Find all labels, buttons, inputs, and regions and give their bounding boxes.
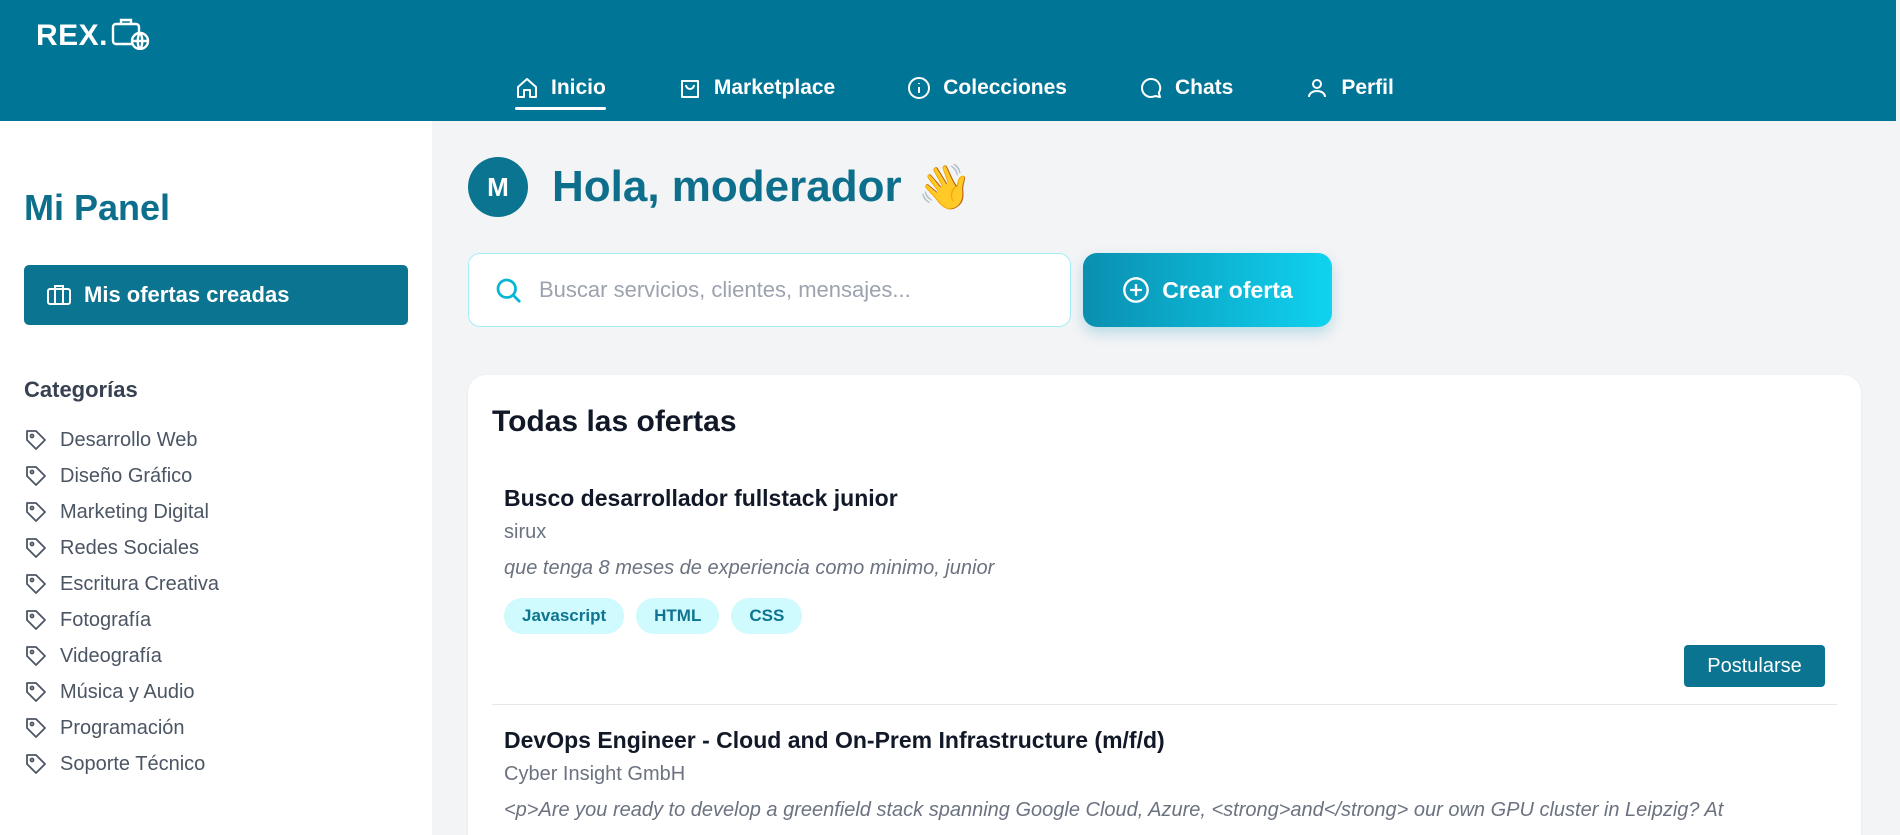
offer-company: sirux xyxy=(504,521,547,543)
search-bar xyxy=(468,253,1071,327)
category-item[interactable]: Redes Sociales xyxy=(24,530,219,566)
nav-inicio-label: Inicio xyxy=(551,76,606,99)
offer-item[interactable]: DevOps Engineer - Cloud and On-Prem Infr… xyxy=(492,727,1837,835)
offer-title: Busco desarrollador fullstack junior xyxy=(504,485,898,511)
tag-icon xyxy=(26,574,46,594)
create-offer-label: Crear oferta xyxy=(1162,276,1293,303)
nav-chats-label: Chats xyxy=(1174,76,1234,99)
category-label: Programación xyxy=(60,716,185,739)
offers-card: Todas las ofertas Busco desarrollador fu… xyxy=(468,375,1861,835)
category-item[interactable]: Videografía xyxy=(24,638,219,674)
nav-perfil[interactable]: Perfil xyxy=(1305,68,1394,108)
nav-colecciones-label: Colecciones xyxy=(943,76,1067,99)
offer-description: <p>Are you ready to develop a greenfield… xyxy=(504,799,1724,821)
offer-item[interactable]: Busco desarrollador fullstack junior sir… xyxy=(492,485,1837,705)
nav-chats[interactable]: Chats xyxy=(1139,68,1233,108)
search-input[interactable] xyxy=(539,277,1039,303)
briefcase-icon xyxy=(47,285,71,305)
nav-marketplace-label: Marketplace xyxy=(713,76,836,99)
offers-title: Todas las ofertas xyxy=(492,405,737,438)
apply-button[interactable]: Postularse xyxy=(1684,645,1825,687)
info-icon xyxy=(908,77,931,99)
category-label: Desarrollo Web xyxy=(60,428,198,451)
chat-icon xyxy=(1140,77,1162,98)
offer-description: que tenga 8 meses de experiencia como mi… xyxy=(504,557,995,579)
tag-icon xyxy=(26,538,46,558)
top-navbar: REX. Inicio Marketplace Colecciones Chat… xyxy=(0,0,1896,121)
main-nav: Inicio Marketplace Colecciones Chats Per… xyxy=(515,68,1466,110)
briefcase-globe-icon xyxy=(110,16,150,55)
skill-tag: Javascript xyxy=(504,598,625,634)
nav-marketplace[interactable]: Marketplace xyxy=(678,68,835,108)
category-item[interactable]: Música y Audio xyxy=(24,674,219,710)
category-label: Escritura Creativa xyxy=(60,572,219,595)
category-label: Soporte Técnico xyxy=(60,752,206,775)
shopping-bag-icon xyxy=(680,80,699,98)
plus-circle-icon xyxy=(1123,277,1150,303)
tag-icon xyxy=(26,754,46,774)
category-item[interactable]: Soporte Técnico xyxy=(24,746,219,782)
tag-icon xyxy=(26,430,46,450)
categories-heading: Categorías xyxy=(24,377,138,402)
tag-icon xyxy=(26,502,46,522)
skill-tag: CSS xyxy=(731,598,803,634)
category-item[interactable]: Programación xyxy=(24,710,219,746)
tag-icon xyxy=(26,466,46,486)
logo-text: REX. xyxy=(36,18,109,52)
category-item[interactable]: Marketing Digital xyxy=(24,494,219,530)
categories-list: Desarrollo Web Diseño Gráfico Marketing … xyxy=(24,422,219,782)
search-icon xyxy=(496,278,521,303)
category-item[interactable]: Desarrollo Web xyxy=(24,422,219,458)
category-label: Redes Sociales xyxy=(60,536,199,559)
category-item[interactable]: Escritura Creativa xyxy=(24,566,219,602)
offer-title: DevOps Engineer - Cloud and On-Prem Infr… xyxy=(504,727,1165,753)
my-offers-button[interactable]: Mis ofertas creadas xyxy=(24,265,408,325)
logo[interactable]: REX. xyxy=(36,16,150,55)
tag-icon xyxy=(26,646,46,666)
tag-icon xyxy=(26,718,46,738)
nav-perfil-label: Perfil xyxy=(1341,76,1394,99)
nav-colecciones[interactable]: Colecciones xyxy=(907,68,1067,108)
category-label: Marketing Digital xyxy=(60,500,209,523)
offer-tags: Javascript HTML CSS xyxy=(504,598,814,634)
create-offer-button[interactable]: Crear oferta xyxy=(1083,253,1332,327)
waving-hand-emoji: 👋 xyxy=(917,163,973,212)
greeting: M Hola, moderador 👋 xyxy=(468,157,972,217)
category-label: Fotografía xyxy=(60,608,152,631)
home-icon xyxy=(517,78,537,98)
category-label: Videografía xyxy=(60,644,162,667)
category-label: Música y Audio xyxy=(60,680,195,703)
category-label: Diseño Gráfico xyxy=(60,464,193,487)
offer-company: Cyber Insight GmbH xyxy=(504,763,686,785)
my-offers-label: Mis ofertas creadas xyxy=(84,282,290,307)
greeting-text: Hola, moderador xyxy=(552,162,902,211)
user-icon xyxy=(1308,79,1327,98)
category-item[interactable]: Diseño Gráfico xyxy=(24,458,219,494)
tag-icon xyxy=(26,610,46,630)
sidebar: Mi Panel Mis ofertas creadas Categorías … xyxy=(0,121,432,835)
tag-icon xyxy=(26,682,46,702)
panel-title: Mi Panel xyxy=(24,187,171,228)
avatar[interactable]: M xyxy=(468,157,528,217)
category-item[interactable]: Fotografía xyxy=(24,602,219,638)
skill-tag: HTML xyxy=(636,598,720,634)
nav-inicio[interactable]: Inicio xyxy=(515,68,606,110)
